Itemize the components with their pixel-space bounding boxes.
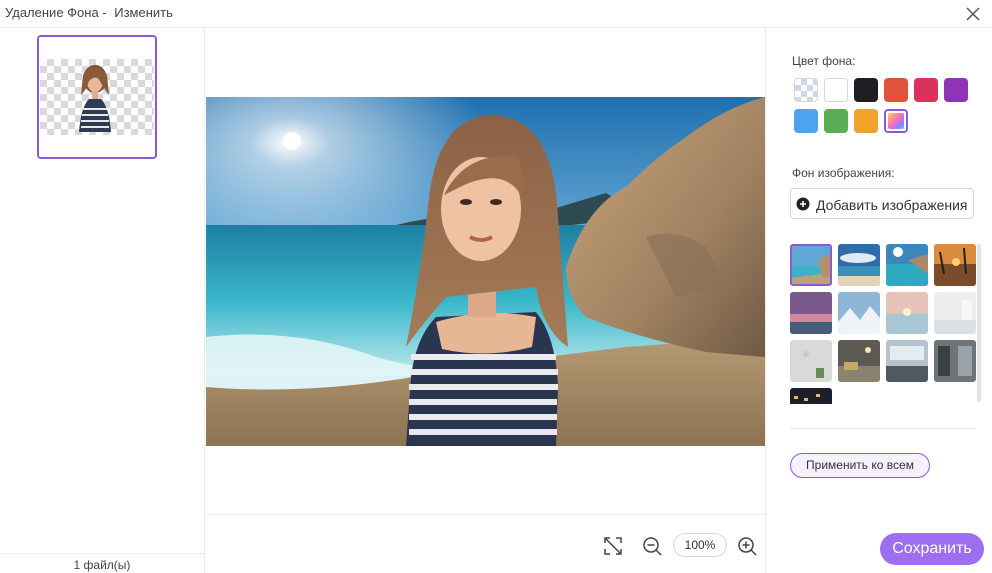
settings-panel: Цвет фона: Фон изображения: Добавить изо… bbox=[765, 28, 992, 573]
preview-image bbox=[206, 97, 765, 446]
bg-image-label: Фон изображения: bbox=[792, 166, 895, 180]
bg-preset-library[interactable] bbox=[934, 340, 976, 382]
swatch-orange-red[interactable] bbox=[884, 78, 908, 102]
bg-preset-sea-sun[interactable] bbox=[886, 244, 928, 286]
window-title-mode: Изменить bbox=[114, 5, 173, 20]
swatch-transparent[interactable] bbox=[794, 78, 818, 102]
zoom-toolbar: 100% bbox=[205, 514, 765, 573]
close-button[interactable] bbox=[962, 3, 984, 25]
file-list-panel: 1 файл(ы) bbox=[0, 28, 205, 573]
thumbnail-person-cutout bbox=[79, 65, 111, 132]
section-divider bbox=[790, 428, 975, 429]
preview-area: 100% bbox=[205, 28, 765, 573]
swatch-white[interactable] bbox=[824, 78, 848, 102]
bg-preset-white-studio[interactable] bbox=[934, 292, 976, 334]
swatch-crimson[interactable] bbox=[914, 78, 938, 102]
file-thumbnail[interactable] bbox=[37, 35, 157, 159]
bg-preset-sunset[interactable] bbox=[934, 244, 976, 286]
zoom-out-button[interactable] bbox=[641, 535, 663, 557]
app-window: Удаление Фона - Изменить 1 файл(ы) 100% … bbox=[0, 0, 992, 573]
zoom-level[interactable]: 100% bbox=[673, 533, 727, 557]
bg-color-label: Цвет фона: bbox=[792, 54, 856, 68]
zoom-out-icon bbox=[643, 537, 662, 556]
preview-canvas bbox=[206, 97, 765, 446]
presets-scrollbar[interactable] bbox=[977, 244, 981, 402]
bg-preset-snowy-mountains[interactable] bbox=[838, 292, 880, 334]
window-title-app: Удаление Фона - bbox=[5, 5, 107, 20]
bg-preset-beach-cliffs[interactable] bbox=[790, 244, 832, 286]
close-icon bbox=[966, 7, 980, 21]
bg-preset-ocean-dusk[interactable] bbox=[886, 292, 928, 334]
bg-preset-beach-clouds[interactable] bbox=[838, 244, 880, 286]
swatch-blue[interactable] bbox=[794, 109, 818, 133]
bg-preset-office-desk[interactable] bbox=[886, 340, 928, 382]
add-image-label: Добавить изображения bbox=[816, 197, 968, 213]
title-bar: Удаление Фона - Изменить bbox=[0, 0, 992, 28]
bg-preset-office-lounge[interactable] bbox=[838, 340, 880, 382]
bg-preset-night-city[interactable] bbox=[790, 388, 832, 404]
swatch-green[interactable] bbox=[824, 109, 848, 133]
add-image-button[interactable]: Добавить изображения bbox=[790, 188, 974, 219]
file-count-label: 1 файл(ы) bbox=[73, 558, 131, 572]
window-title: Удаление Фона - Изменить bbox=[5, 5, 173, 20]
swatch-amber[interactable] bbox=[854, 109, 878, 133]
save-button[interactable]: Сохранить bbox=[880, 533, 984, 565]
bg-preset-minimal-room[interactable] bbox=[790, 340, 832, 382]
background-presets-grid bbox=[790, 244, 980, 404]
bg-preset-pink-sunset[interactable] bbox=[790, 292, 832, 334]
plus-circle-icon bbox=[796, 197, 810, 211]
file-count-bar: 1 файл(ы) bbox=[0, 553, 204, 573]
swatch-purple[interactable] bbox=[944, 78, 968, 102]
swatch-black[interactable] bbox=[854, 78, 878, 102]
fit-screen-button[interactable] bbox=[602, 535, 624, 557]
zoom-in-icon bbox=[738, 537, 757, 556]
zoom-in-button[interactable] bbox=[736, 535, 758, 557]
fit-screen-icon bbox=[604, 537, 622, 555]
swatch-custom-color[interactable] bbox=[884, 109, 908, 133]
apply-to-all-button[interactable]: Применить ко всем bbox=[790, 453, 930, 478]
